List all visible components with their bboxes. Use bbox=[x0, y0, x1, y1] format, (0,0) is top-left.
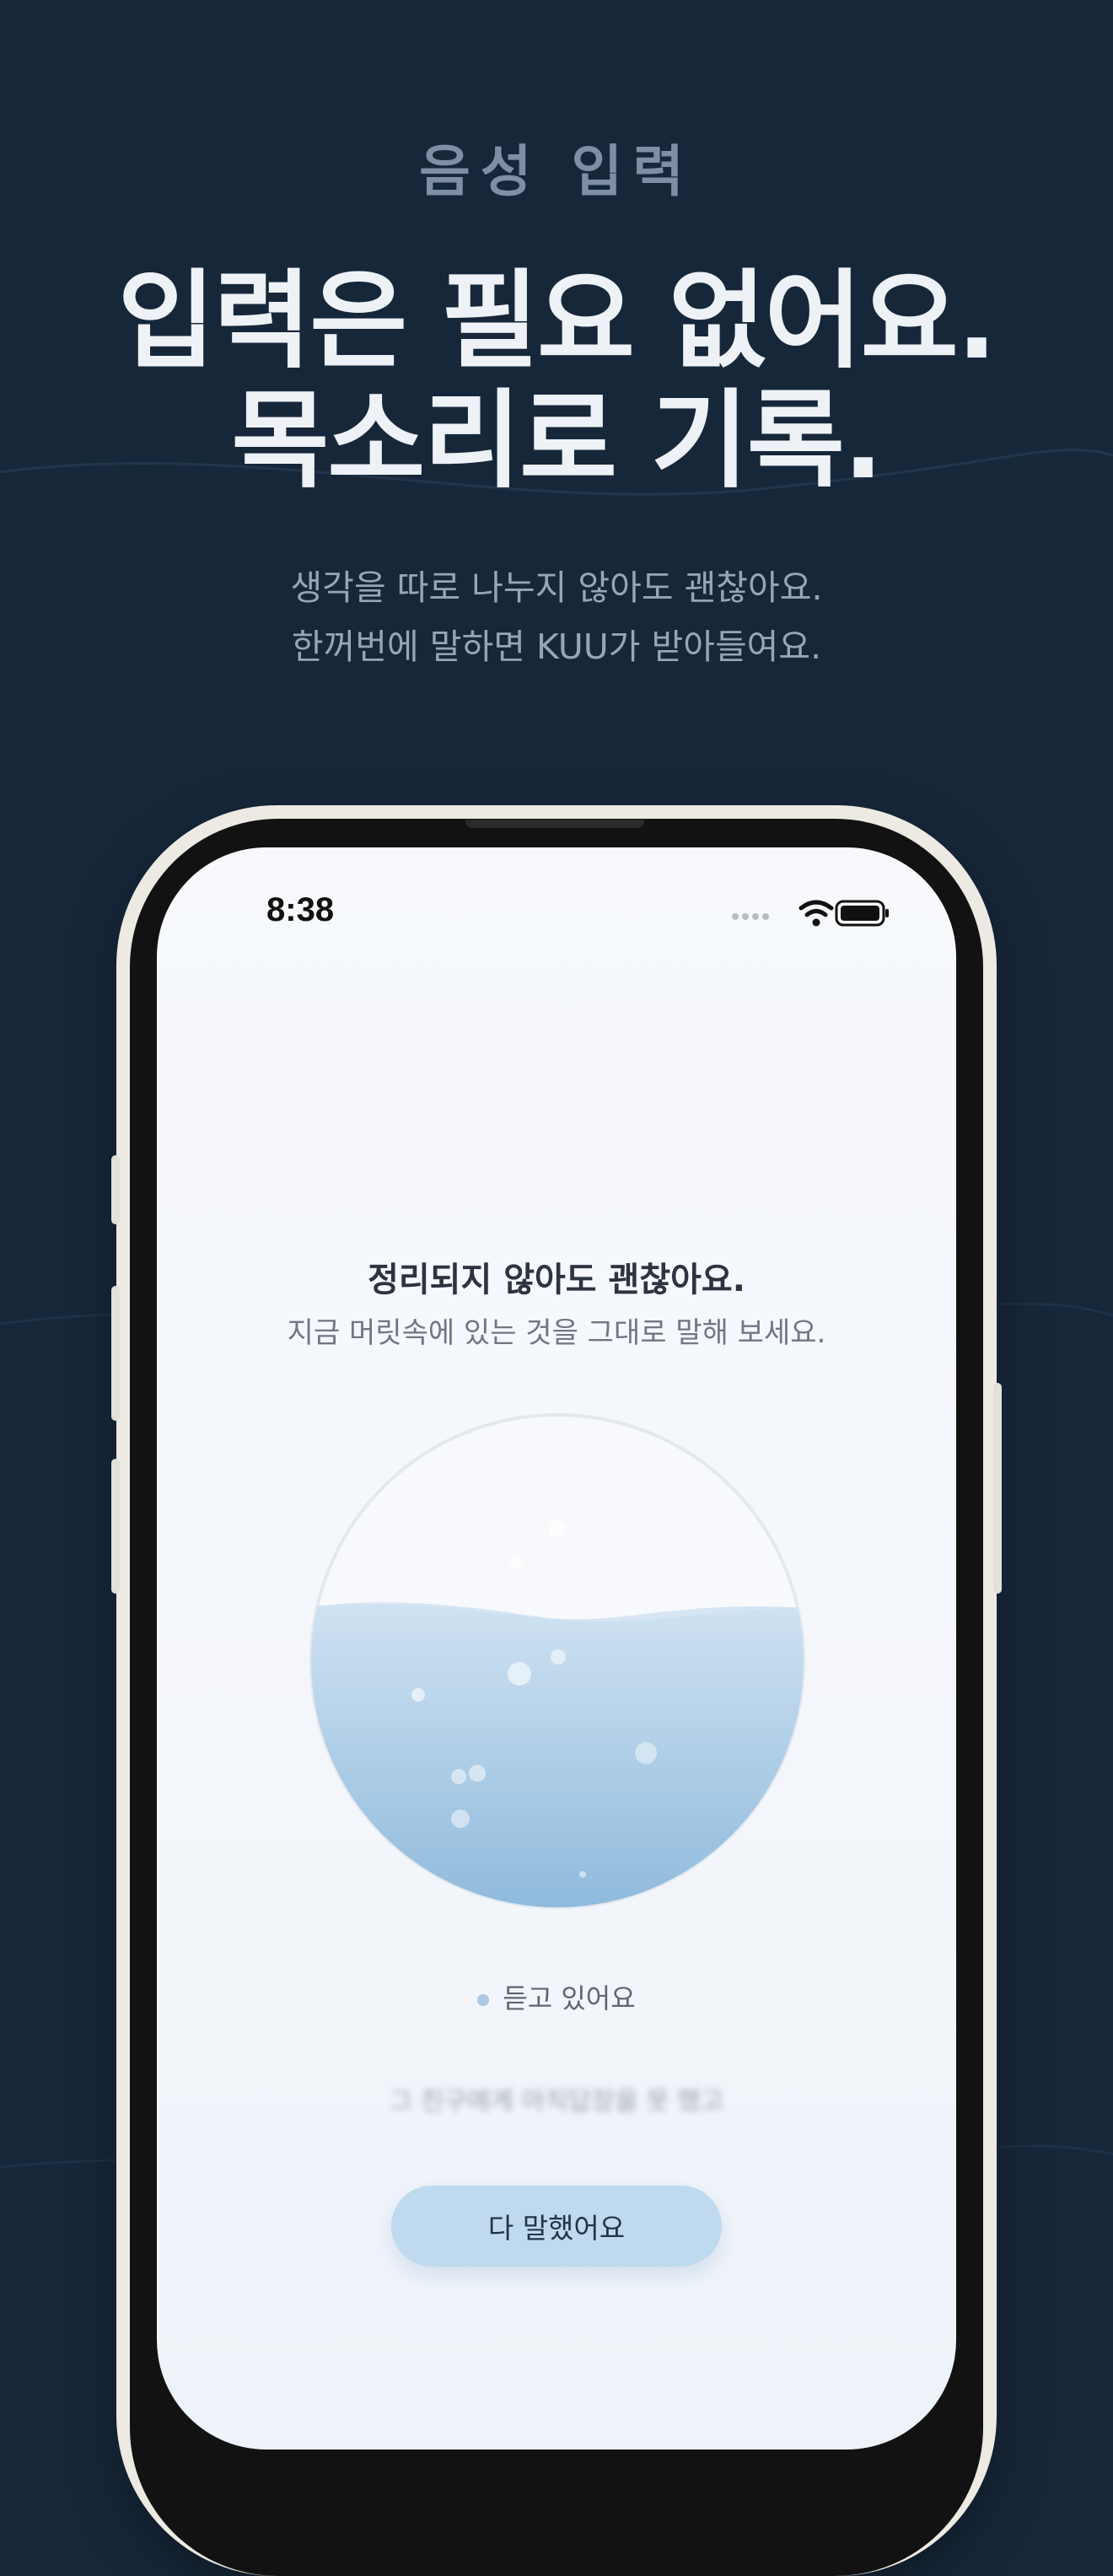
page-subcopy: 생각을 따로 나누지 않아도 괜찮아요. 한꺼번에 말하면 KUU가 받아들여요… bbox=[0, 558, 1113, 676]
page-headline: 입력은 필요 없어요. 목소리로 기록. bbox=[0, 261, 1113, 501]
phone-speaker-slot bbox=[465, 820, 644, 828]
listening-status-label: 듣고 있어요 bbox=[503, 1982, 636, 2014]
battery-icon bbox=[835, 900, 889, 927]
phone-screen: 8:38 정리되지 않아도 괜찮아요. 지금 머릿속에 있는 것을 그대로 말해… bbox=[157, 847, 956, 2450]
headline-line-1: 입력은 필요 없어요. bbox=[117, 259, 997, 383]
wifi-icon bbox=[798, 900, 834, 927]
phone-action-button bbox=[111, 1155, 120, 1224]
listening-status: 듣고 있어요 bbox=[157, 1977, 956, 2016]
transcript-preview: 그 친구에게 아직답장을 못 했고 bbox=[389, 2087, 724, 2116]
signal-icon bbox=[732, 913, 769, 920]
recording-dot-icon bbox=[477, 1994, 490, 2006]
subcopy-line-2: 한꺼번에 말하면 KUU가 받아들여요. bbox=[291, 627, 822, 667]
phone-volume-up-button bbox=[111, 1286, 120, 1421]
phone-volume-down-button bbox=[111, 1459, 120, 1594]
status-icons bbox=[732, 900, 889, 927]
done-speaking-button[interactable]: 다 말했어요 bbox=[391, 2186, 722, 2267]
headline-line-2: 목소리로 기록. bbox=[231, 379, 883, 503]
prompt-title: 정리되지 않아도 괜찮아요. bbox=[368, 1261, 745, 1299]
prompt-subtitle: 지금 머릿속에 있는 것을 그대로 말해 보세요. bbox=[287, 1316, 826, 1350]
section-eyebrow: 음성 입력 bbox=[419, 139, 694, 204]
status-time: 8:38 bbox=[266, 891, 335, 928]
phone-side-button bbox=[993, 1383, 1002, 1594]
voice-level-orb bbox=[309, 1413, 805, 1909]
subcopy-line-1: 생각을 따로 나누지 않아도 괜찮아요. bbox=[290, 567, 823, 608]
